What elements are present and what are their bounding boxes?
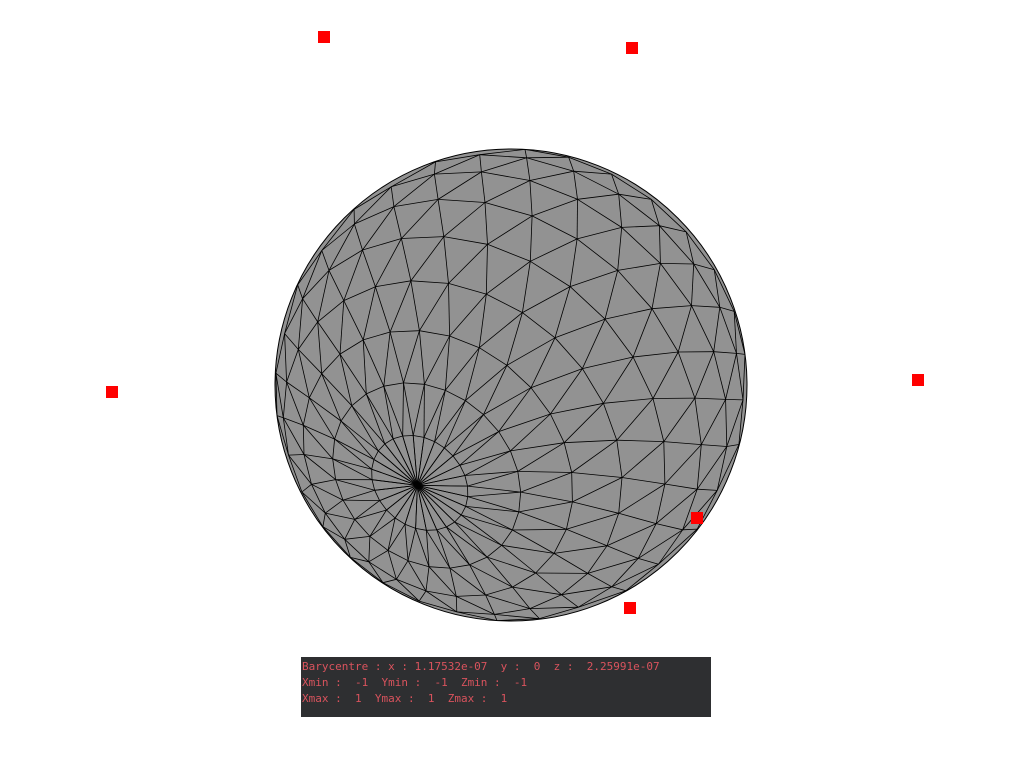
bounding-box-info-panel: Barycentre : x : 1.17532e-07 y : 0 z : 2… — [301, 657, 711, 717]
sphere-mesh-render[interactable] — [0, 0, 1024, 768]
max-bounds-readout: Xmax : 1 Ymax : 1 Zmax : 1 — [302, 692, 508, 705]
barycentre-readout: Barycentre : x : 1.17532e-07 y : 0 z : 2… — [302, 660, 660, 673]
3d-viewport[interactable]: Barycentre : x : 1.17532e-07 y : 0 z : 2… — [0, 0, 1024, 768]
mesh-edge — [455, 596, 458, 612]
mesh-edge — [342, 499, 380, 501]
mesh-edge — [725, 399, 744, 401]
control-point-marker[interactable] — [691, 512, 703, 524]
control-point-marker[interactable] — [624, 602, 636, 614]
mesh-edge — [402, 435, 414, 437]
control-point-marker[interactable] — [106, 386, 118, 398]
control-point-marker[interactable] — [912, 374, 924, 386]
control-point-marker[interactable] — [318, 31, 330, 43]
min-bounds-readout: Xmin : -1 Ymin : -1 Zmin : -1 — [302, 676, 528, 689]
control-point-marker[interactable] — [626, 42, 638, 54]
